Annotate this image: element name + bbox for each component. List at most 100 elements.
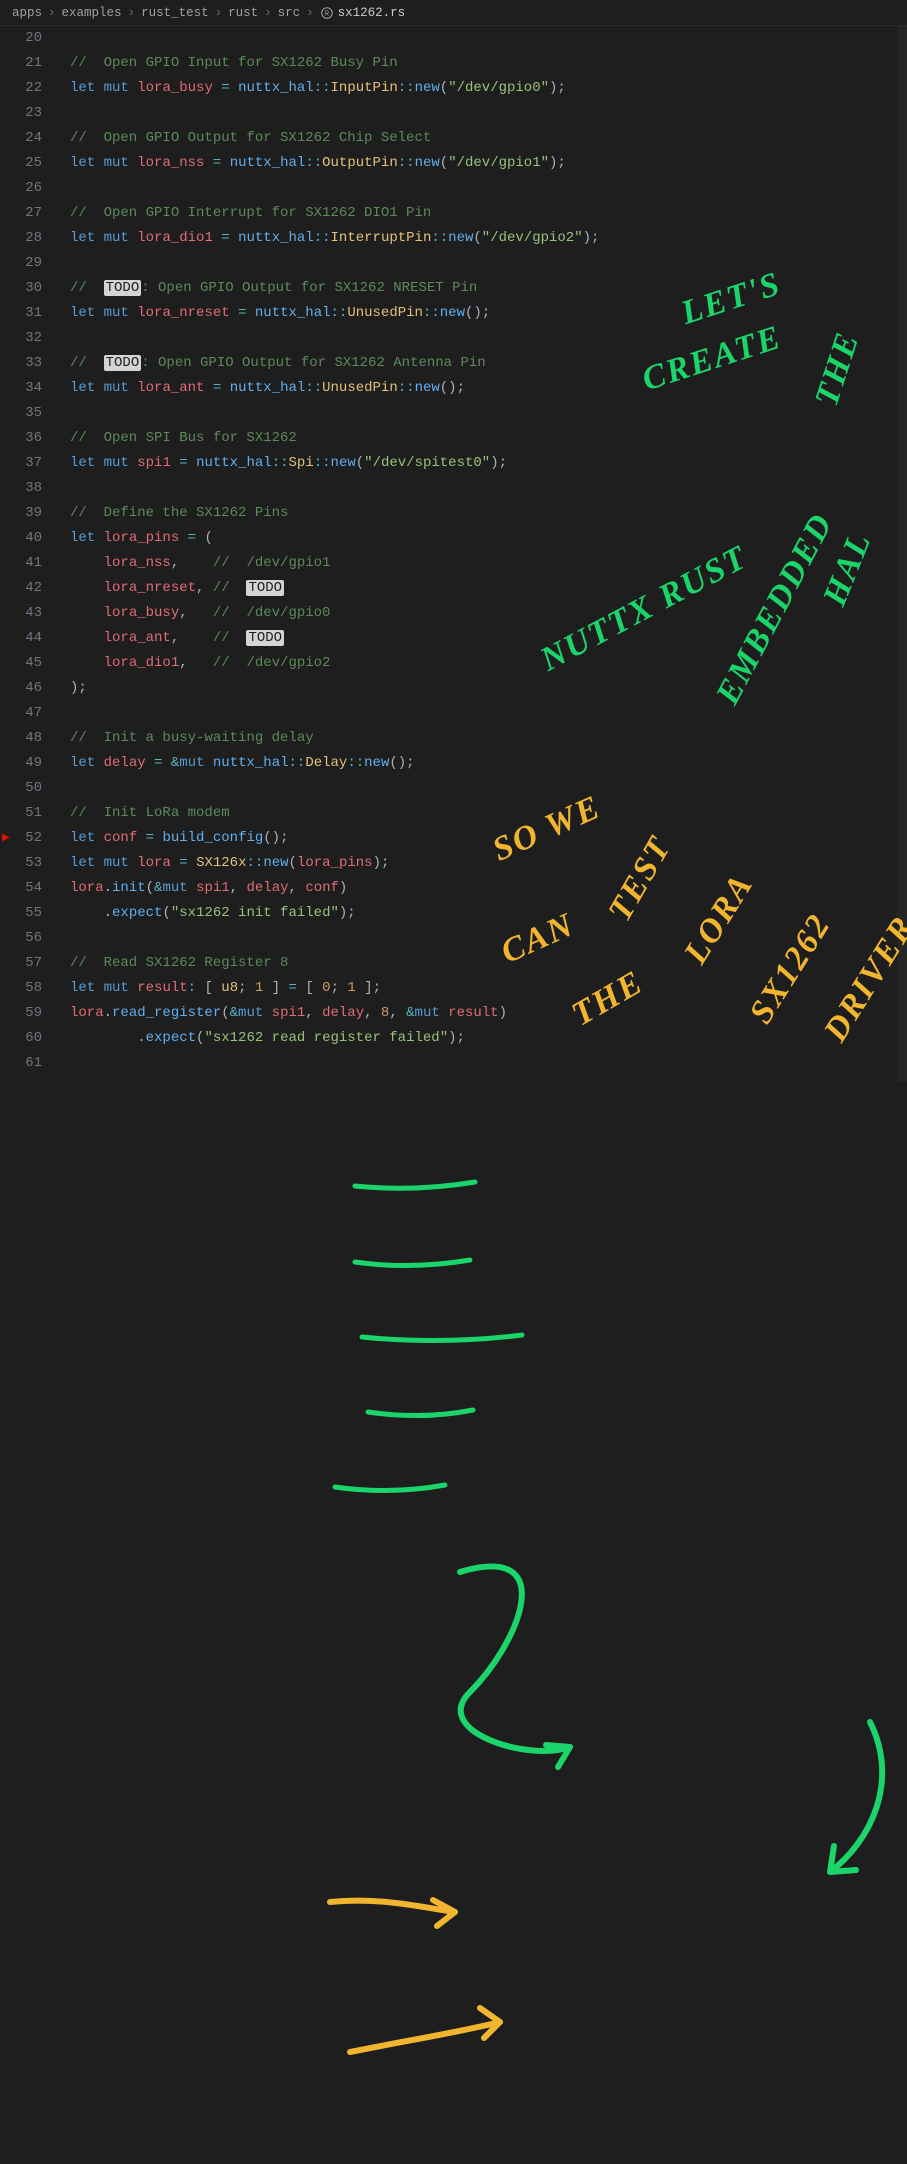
line-number: 61 bbox=[0, 1051, 42, 1076]
line-number: 54 bbox=[0, 876, 42, 901]
code-line[interactable]: // Open GPIO Output for SX1262 Chip Sele… bbox=[70, 126, 907, 151]
line-number: 42 bbox=[0, 576, 42, 601]
line-number: 23 bbox=[0, 101, 42, 126]
line-number: 32 bbox=[0, 326, 42, 351]
code-line[interactable]: lora.init(&mut spi1, delay, conf) bbox=[70, 876, 907, 901]
code-line[interactable]: let mut lora = SX126x::new(lora_pins); bbox=[70, 851, 907, 876]
code-line[interactable]: lora_ant, // TODO bbox=[70, 626, 907, 651]
line-number: 31 bbox=[0, 301, 42, 326]
code-line[interactable]: let mut lora_dio1 = nuttx_hal::Interrupt… bbox=[70, 226, 907, 251]
code-line[interactable]: // Init LoRa modem bbox=[70, 801, 907, 826]
line-number: 35 bbox=[0, 401, 42, 426]
line-number: 28 bbox=[0, 226, 42, 251]
breadcrumb[interactable]: apps › examples › rust_test › rust › src… bbox=[0, 0, 907, 26]
code-line[interactable]: ); bbox=[70, 676, 907, 701]
crumb-src[interactable]: src bbox=[278, 6, 301, 20]
green-underlines bbox=[0, 1082, 907, 2164]
code-line[interactable]: // Define the SX1262 Pins bbox=[70, 501, 907, 526]
code-line[interactable] bbox=[70, 701, 907, 726]
line-number: 20 bbox=[0, 26, 42, 51]
code-line[interactable]: let mut lora_nreset = nuttx_hal::UnusedP… bbox=[70, 301, 907, 326]
code-line[interactable]: let lora_pins = ( bbox=[70, 526, 907, 551]
minimap[interactable] bbox=[897, 26, 907, 1082]
line-number: 44 bbox=[0, 626, 42, 651]
code-line[interactable] bbox=[70, 251, 907, 276]
line-number: 58 bbox=[0, 976, 42, 1001]
rust-file-icon: R bbox=[320, 6, 334, 20]
code-line[interactable]: .expect("sx1262 read register failed"); bbox=[70, 1026, 907, 1051]
code-line[interactable] bbox=[70, 176, 907, 201]
code-line[interactable]: // TODO: Open GPIO Output for SX1262 Ant… bbox=[70, 351, 907, 376]
yellow-arrows bbox=[0, 1082, 907, 2164]
code-line[interactable] bbox=[70, 926, 907, 951]
line-number: 30 bbox=[0, 276, 42, 301]
line-number: 49 bbox=[0, 751, 42, 776]
line-number: 52▶ bbox=[0, 826, 42, 851]
line-number: 29 bbox=[0, 251, 42, 276]
chevron-right-icon: › bbox=[48, 6, 56, 20]
crumb-rust-test[interactable]: rust_test bbox=[141, 6, 209, 20]
code-line[interactable] bbox=[70, 476, 907, 501]
line-number: 57 bbox=[0, 951, 42, 976]
code-line[interactable]: // TODO: Open GPIO Output for SX1262 NRE… bbox=[70, 276, 907, 301]
line-number: 22 bbox=[0, 76, 42, 101]
code-line[interactable]: let mut lora_ant = nuttx_hal::UnusedPin:… bbox=[70, 376, 907, 401]
line-number: 37 bbox=[0, 451, 42, 476]
code-line[interactable] bbox=[70, 1051, 907, 1076]
line-number: 33 bbox=[0, 351, 42, 376]
green-arrow bbox=[0, 1082, 907, 2164]
code-line[interactable] bbox=[70, 26, 907, 51]
code-line[interactable]: lora_busy, // /dev/gpio0 bbox=[70, 601, 907, 626]
crumb-apps[interactable]: apps bbox=[12, 6, 42, 20]
line-number: 43 bbox=[0, 601, 42, 626]
line-number: 27 bbox=[0, 201, 42, 226]
code-line[interactable]: lora_nss, // /dev/gpio1 bbox=[70, 551, 907, 576]
line-number: 60 bbox=[0, 1026, 42, 1051]
code-line[interactable] bbox=[70, 401, 907, 426]
line-number: 51 bbox=[0, 801, 42, 826]
code-line[interactable]: let mut result: [ u8; 1 ] = [ 0; 1 ]; bbox=[70, 976, 907, 1001]
line-number: 40 bbox=[0, 526, 42, 551]
line-number: 36 bbox=[0, 426, 42, 451]
line-number: 39 bbox=[0, 501, 42, 526]
code-line[interactable]: // Open GPIO Input for SX1262 Busy Pin bbox=[70, 51, 907, 76]
code-line[interactable]: // Open SPI Bus for SX1262 bbox=[70, 426, 907, 451]
line-number: 47 bbox=[0, 701, 42, 726]
code-line[interactable] bbox=[70, 776, 907, 801]
code-line[interactable]: lora_nreset, // TODO bbox=[70, 576, 907, 601]
crumb-file[interactable]: sx1262.rs bbox=[338, 6, 406, 20]
chevron-right-icon: › bbox=[306, 6, 314, 20]
crumb-rust[interactable]: rust bbox=[228, 6, 258, 20]
line-number: 41 bbox=[0, 551, 42, 576]
code-line[interactable]: let mut lora_busy = nuttx_hal::InputPin:… bbox=[70, 76, 907, 101]
code-line[interactable] bbox=[70, 101, 907, 126]
editor-area[interactable]: 2021222324252627282930313233343536373839… bbox=[0, 26, 907, 1082]
line-number: 25 bbox=[0, 151, 42, 176]
chevron-right-icon: › bbox=[215, 6, 223, 20]
code-line[interactable]: lora_dio1, // /dev/gpio2 bbox=[70, 651, 907, 676]
code-line[interactable]: let delay = &mut nuttx_hal::Delay::new()… bbox=[70, 751, 907, 776]
line-number: 21 bbox=[0, 51, 42, 76]
code-line[interactable]: let mut spi1 = nuttx_hal::Spi::new("/dev… bbox=[70, 451, 907, 476]
line-number: 45 bbox=[0, 651, 42, 676]
line-number: 34 bbox=[0, 376, 42, 401]
code-line[interactable]: lora.read_register(&mut spi1, delay, 8, … bbox=[70, 1001, 907, 1026]
line-number-gutter: 2021222324252627282930313233343536373839… bbox=[0, 26, 60, 1082]
code-line[interactable]: // Open GPIO Interrupt for SX1262 DIO1 P… bbox=[70, 201, 907, 226]
code-line[interactable]: .expect("sx1262 init failed"); bbox=[70, 901, 907, 926]
line-number: 56 bbox=[0, 926, 42, 951]
line-number: 46 bbox=[0, 676, 42, 701]
breakpoint-icon[interactable]: ▶ bbox=[2, 826, 10, 851]
chevron-right-icon: › bbox=[128, 6, 136, 20]
code-line[interactable]: let conf = build_config(); bbox=[70, 826, 907, 851]
code-line[interactable]: // Init a busy-waiting delay bbox=[70, 726, 907, 751]
code-line[interactable]: let mut lora_nss = nuttx_hal::OutputPin:… bbox=[70, 151, 907, 176]
crumb-examples[interactable]: examples bbox=[62, 6, 122, 20]
code-line[interactable]: // Read SX1262 Register 8 bbox=[70, 951, 907, 976]
code-line[interactable] bbox=[70, 326, 907, 351]
line-number: 48 bbox=[0, 726, 42, 751]
code-content[interactable]: // Open GPIO Input for SX1262 Busy Pinle… bbox=[60, 26, 907, 1082]
green-arrow-down bbox=[0, 1082, 907, 2164]
line-number: 59 bbox=[0, 1001, 42, 1026]
line-number: 26 bbox=[0, 176, 42, 201]
